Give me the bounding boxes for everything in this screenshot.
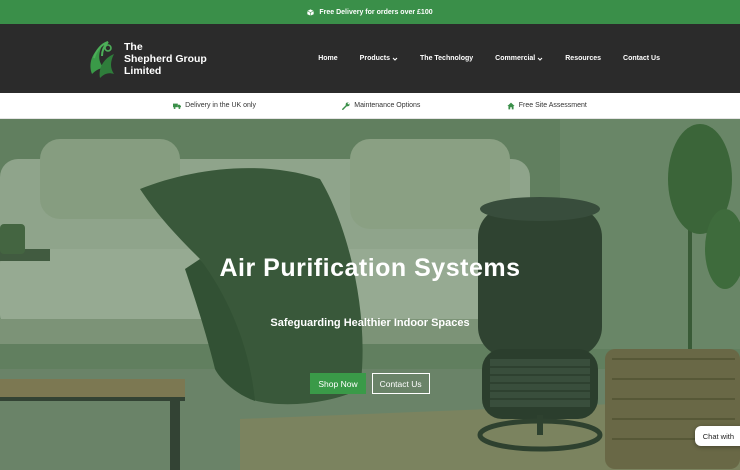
chevron-down-icon — [537, 57, 543, 61]
nav-contact[interactable]: Contact Us — [623, 55, 660, 62]
brand-line-1: The — [124, 40, 143, 53]
hero-subtitle: Safeguarding Healthier Indoor Spaces — [270, 317, 470, 329]
nav-resources[interactable]: Resources — [565, 55, 601, 62]
nav-home[interactable]: Home — [318, 55, 337, 62]
hero-banner: Air Purification Systems Safeguarding He… — [0, 119, 740, 470]
shop-now-button[interactable]: Shop Now — [310, 373, 366, 394]
nav-technology[interactable]: The Technology — [420, 55, 473, 62]
promo-bar: Free Delivery for orders over £100 — [0, 0, 740, 24]
nav-commercial[interactable]: Commercial — [495, 55, 543, 62]
nav-products-label: Products — [359, 55, 391, 62]
promo-text: Free Delivery for orders over £100 — [319, 8, 433, 16]
brand-line-3: Limited — [124, 64, 162, 77]
site-header: The Shepherd Group Limited Home Products… — [0, 24, 740, 93]
truck-icon — [173, 103, 182, 109]
nav-technology-label: The Technology — [420, 55, 474, 62]
usp-assessment-label: Free Site Assessment — [518, 102, 587, 109]
contact-us-button[interactable]: Contact Us — [371, 373, 430, 394]
usp-maintenance: Maintenance Options — [342, 101, 421, 110]
hero-actions: Shop Now Contact Us — [0, 373, 740, 394]
leaf-swirl-logo-icon — [90, 40, 114, 78]
package-icon — [307, 8, 315, 16]
nav-products[interactable]: Products — [360, 55, 398, 62]
hero-overlay — [0, 119, 740, 470]
brand-name: The Shepherd Group Limited — [124, 41, 207, 77]
wrench-icon — [342, 101, 350, 110]
usp-delivery: Delivery in the UK only — [173, 102, 256, 110]
main-nav: Home Products The Technology Commercial … — [318, 55, 660, 62]
nav-commercial-label: Commercial — [495, 55, 536, 62]
usp-bar: Delivery in the UK only Maintenance Opti… — [0, 93, 740, 119]
home-icon — [507, 102, 515, 109]
chevron-down-icon — [392, 57, 398, 61]
brand-line-2: Shepherd Group — [124, 52, 207, 65]
chat-label: Chat with — [702, 431, 734, 441]
logo[interactable]: The Shepherd Group Limited — [86, 38, 207, 80]
nav-resources-label: Resources — [565, 55, 602, 62]
hero-title: Air Purification Systems — [219, 254, 521, 282]
nav-contact-label: Contact Us — [623, 55, 660, 62]
usp-delivery-label: Delivery in the UK only — [185, 102, 256, 109]
chat-widget-button[interactable]: Chat with — [694, 426, 740, 446]
nav-home-label: Home — [318, 55, 338, 62]
usp-maintenance-label: Maintenance Options — [354, 102, 421, 109]
usp-assessment: Free Site Assessment — [507, 102, 587, 110]
